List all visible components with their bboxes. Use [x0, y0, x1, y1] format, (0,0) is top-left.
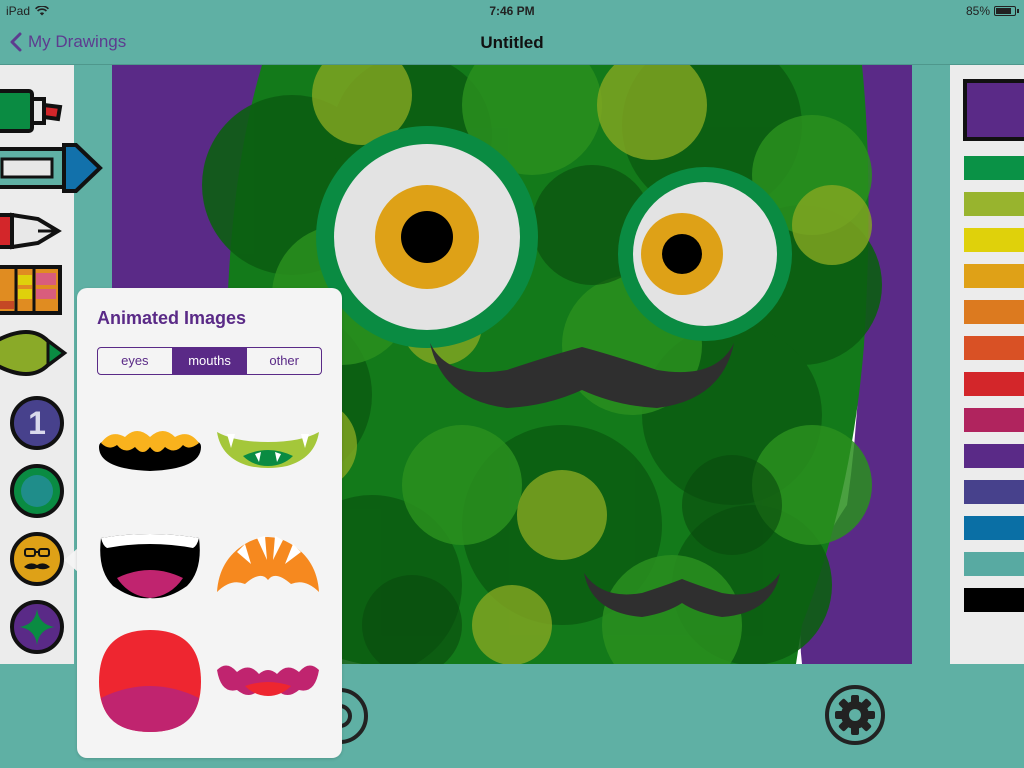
animated-images-tool[interactable] [0, 529, 74, 589]
mouth-pink-zigzag[interactable] [215, 660, 321, 702]
mouth-open-pink-tongue[interactable] [97, 530, 203, 600]
popover-title: Animated Images [97, 308, 247, 328]
battery-percent: 85% [965, 4, 990, 18]
color-swatch[interactable] [964, 552, 1024, 576]
page-title: Untitled [480, 33, 544, 52]
color-swatch[interactable] [964, 588, 1024, 612]
mouth-yellow-teeth[interactable] [97, 423, 203, 475]
color-palette [950, 65, 1024, 664]
crayon-tool[interactable] [0, 137, 104, 201]
pen-tool[interactable] [0, 205, 74, 257]
shape-circle-tool[interactable] [0, 461, 74, 521]
battery-icon [994, 6, 1019, 16]
color-swatch[interactable] [964, 444, 1024, 468]
tab-mouths[interactable]: mouths [171, 348, 247, 374]
color-swatch[interactable] [964, 480, 1024, 504]
color-swatch[interactable] [964, 192, 1024, 216]
color-swatch[interactable] [964, 372, 1024, 396]
animated-images-popover: Animated Images eyes mouths other [77, 288, 342, 758]
number-stamp-tool[interactable]: 1 [0, 393, 74, 453]
mouth-red-round[interactable] [97, 628, 203, 734]
paint-brush-tool[interactable] [0, 323, 74, 385]
color-swatch[interactable] [964, 156, 1024, 180]
tools-toolbar: 1 [0, 65, 103, 664]
tab-eyes[interactable]: eyes [98, 348, 172, 374]
color-swatch[interactable] [964, 300, 1024, 324]
color-swatch[interactable] [964, 264, 1024, 288]
sparkle-tool[interactable] [0, 597, 74, 657]
popover-arrow [64, 548, 78, 572]
mouth-green-fangs[interactable] [215, 428, 321, 470]
status-time: 7:46 PM [489, 4, 535, 18]
mouth-orange-fangs[interactable] [215, 530, 321, 600]
marker-tool[interactable] [0, 77, 74, 139]
color-swatch[interactable] [964, 228, 1024, 252]
status-right: 85% [965, 4, 1019, 18]
svg-text:1: 1 [28, 405, 46, 441]
tab-other[interactable]: other [246, 348, 321, 374]
color-swatch[interactable] [964, 336, 1024, 360]
stamp-grid-tool[interactable] [0, 265, 74, 317]
navigation-bar: My Drawings Untitled [0, 22, 1024, 64]
selected-color-swatch[interactable] [963, 79, 1024, 141]
color-swatch[interactable] [964, 516, 1024, 540]
settings-button[interactable] [824, 684, 886, 746]
category-segmented-control: eyes mouths other [97, 347, 322, 375]
gear-icon [835, 695, 875, 735]
status-bar: iPad 7:46 PM 85% [0, 0, 1024, 22]
color-swatch[interactable] [964, 408, 1024, 432]
